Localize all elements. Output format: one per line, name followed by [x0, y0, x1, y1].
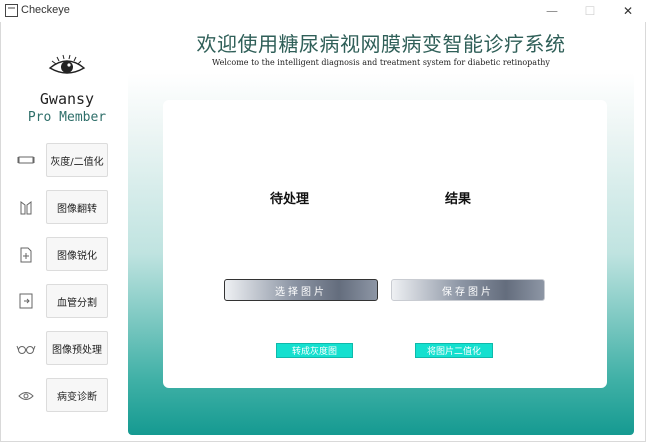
rectangle-icon [17, 156, 35, 164]
sidebar-item-image-preprocess[interactable]: 图像预处理 [46, 331, 108, 365]
brand-tier: Pro Member [27, 110, 107, 125]
page-title: 欢迎使用糖尿病视网膜病变智能诊疗系统 [196, 32, 566, 56]
app-icon [5, 4, 18, 17]
sidebar-item-vessel-segmentation[interactable]: 血管分割 [46, 284, 108, 318]
maximize-button[interactable]: ☐ [572, 0, 608, 22]
window-title: Checkeye [21, 4, 70, 16]
eye-icon [18, 392, 34, 400]
minimize-button[interactable]: — [534, 0, 570, 22]
sidebar-item-image-flip[interactable]: 图像翻转 [46, 190, 108, 224]
binarize-button[interactable]: 将图片二值化 [415, 343, 493, 358]
close-button[interactable]: ✕ [610, 0, 646, 22]
glasses-icon [16, 345, 36, 354]
save-image-button[interactable]: 保存图片 [391, 279, 545, 301]
sidebar-item-image-sharpen[interactable]: 图像锐化 [46, 237, 108, 271]
sharpen-icon [20, 247, 32, 263]
result-image-label: 结果 [445, 192, 472, 207]
image-card [163, 100, 607, 388]
flip-icon [20, 201, 32, 215]
eye-icon [48, 54, 86, 74]
to-grayscale-button[interactable]: 转成灰度图 [276, 343, 353, 358]
page-subtitle: Welcome to the intelligent diagnosis and… [212, 58, 550, 67]
sidebar-item-grayscale-binary[interactable]: 灰度/二值化 [46, 143, 108, 177]
sidebar-item-lesion-diagnosis[interactable]: 病变诊断 [46, 378, 108, 412]
pending-image-label: 待处理 [270, 192, 310, 207]
brand-name: Gwansy [39, 90, 95, 108]
segment-icon [19, 293, 33, 309]
choose-image-button[interactable]: 选择图片 [224, 279, 378, 301]
title-bar: Checkeye — ☐ ✕ [0, 0, 646, 22]
